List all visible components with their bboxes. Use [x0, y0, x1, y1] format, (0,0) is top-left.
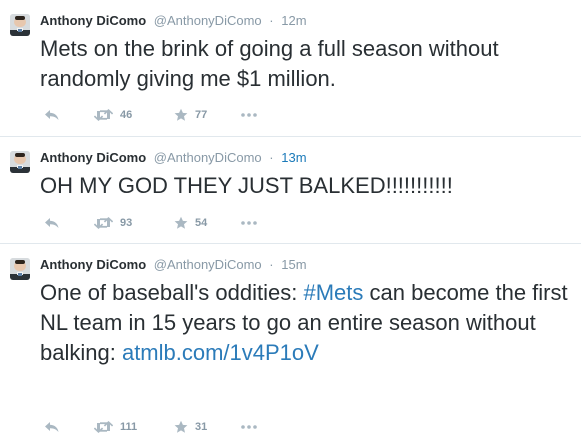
- more-button[interactable]: [240, 214, 270, 232]
- retweet-icon: [94, 421, 113, 433]
- tweet-timestamp[interactable]: 12m: [281, 13, 306, 28]
- tweet-header: Anthony DiComo @AnthonyDiComo · 15m: [40, 256, 307, 274]
- favorite-count: 54: [195, 217, 208, 229]
- retweet-count: 93: [120, 217, 133, 229]
- more-icon: [240, 424, 258, 430]
- author-name[interactable]: Anthony DiComo: [40, 257, 146, 272]
- more-icon: [240, 112, 258, 118]
- reply-icon: [44, 421, 60, 433]
- retweet-icon: [94, 109, 113, 121]
- reply-icon: [44, 109, 60, 121]
- retweet-button[interactable]: 46: [94, 106, 174, 124]
- tweet-text-part: OH MY GOD THEY JUST BALKED!!!!!!!!!!!: [40, 173, 453, 198]
- tweet-text: OH MY GOD THEY JUST BALKED!!!!!!!!!!!: [40, 171, 570, 201]
- star-icon: [174, 108, 188, 122]
- star-icon: [174, 216, 188, 230]
- retweet-icon: [94, 217, 113, 229]
- more-button[interactable]: [240, 106, 270, 124]
- tweet-actions: 111 31: [44, 418, 270, 436]
- favorite-button[interactable]: 54: [174, 214, 240, 232]
- header-separator: ·: [269, 13, 274, 28]
- reply-button[interactable]: [44, 418, 94, 436]
- avatar[interactable]: [10, 151, 30, 173]
- hashtag-link[interactable]: #Mets: [303, 280, 363, 305]
- favorite-button[interactable]: 77: [174, 106, 240, 124]
- more-button[interactable]: [240, 418, 270, 436]
- url-link[interactable]: atmlb.com/1v4P1oV: [122, 340, 319, 365]
- header-separator: ·: [269, 150, 274, 165]
- tweet[interactable]: Anthony DiComo @AnthonyDiComo · 13m OH M…: [0, 137, 581, 244]
- tweet-timeline: Anthony DiComo @AnthonyDiComo · 12m Mets…: [0, 0, 581, 448]
- reply-button[interactable]: [44, 214, 94, 232]
- tweet[interactable]: Anthony DiComo @AnthonyDiComo · 15m One …: [0, 244, 581, 448]
- tweet-text-part: One of baseball's oddities:: [40, 280, 304, 305]
- retweet-button[interactable]: 111: [94, 418, 174, 436]
- retweet-count: 46: [120, 109, 133, 121]
- retweet-count: 111: [120, 421, 138, 433]
- star-icon: [174, 420, 188, 434]
- tweet-timestamp[interactable]: 15m: [281, 257, 306, 272]
- tweet-actions: 46 77: [44, 106, 270, 124]
- header-separator: ·: [269, 257, 274, 272]
- tweet-text: One of baseball's oddities: #Mets can be…: [40, 278, 570, 368]
- tweet-text: Mets on the brink of going a full season…: [40, 34, 570, 94]
- reply-button[interactable]: [44, 106, 94, 124]
- author-name[interactable]: Anthony DiComo: [40, 150, 146, 165]
- tweet-text-part: Mets on the brink of going a full season…: [40, 36, 499, 91]
- author-handle[interactable]: @AnthonyDiComo: [154, 13, 262, 28]
- reply-icon: [44, 217, 60, 229]
- avatar[interactable]: [10, 14, 30, 36]
- tweet-header: Anthony DiComo @AnthonyDiComo · 12m: [40, 12, 307, 30]
- favorite-button[interactable]: 31: [174, 418, 240, 436]
- favorite-count: 31: [195, 421, 208, 433]
- author-name[interactable]: Anthony DiComo: [40, 13, 146, 28]
- tweet[interactable]: Anthony DiComo @AnthonyDiComo · 12m Mets…: [0, 0, 581, 137]
- more-icon: [240, 220, 258, 226]
- author-handle[interactable]: @AnthonyDiComo: [154, 257, 262, 272]
- tweet-header: Anthony DiComo @AnthonyDiComo · 13m: [40, 149, 307, 167]
- author-handle[interactable]: @AnthonyDiComo: [154, 150, 262, 165]
- tweet-timestamp[interactable]: 13m: [281, 150, 306, 165]
- avatar[interactable]: [10, 258, 30, 280]
- favorite-count: 77: [195, 109, 208, 121]
- retweet-button[interactable]: 93: [94, 214, 174, 232]
- tweet-actions: 93 54: [44, 214, 270, 232]
